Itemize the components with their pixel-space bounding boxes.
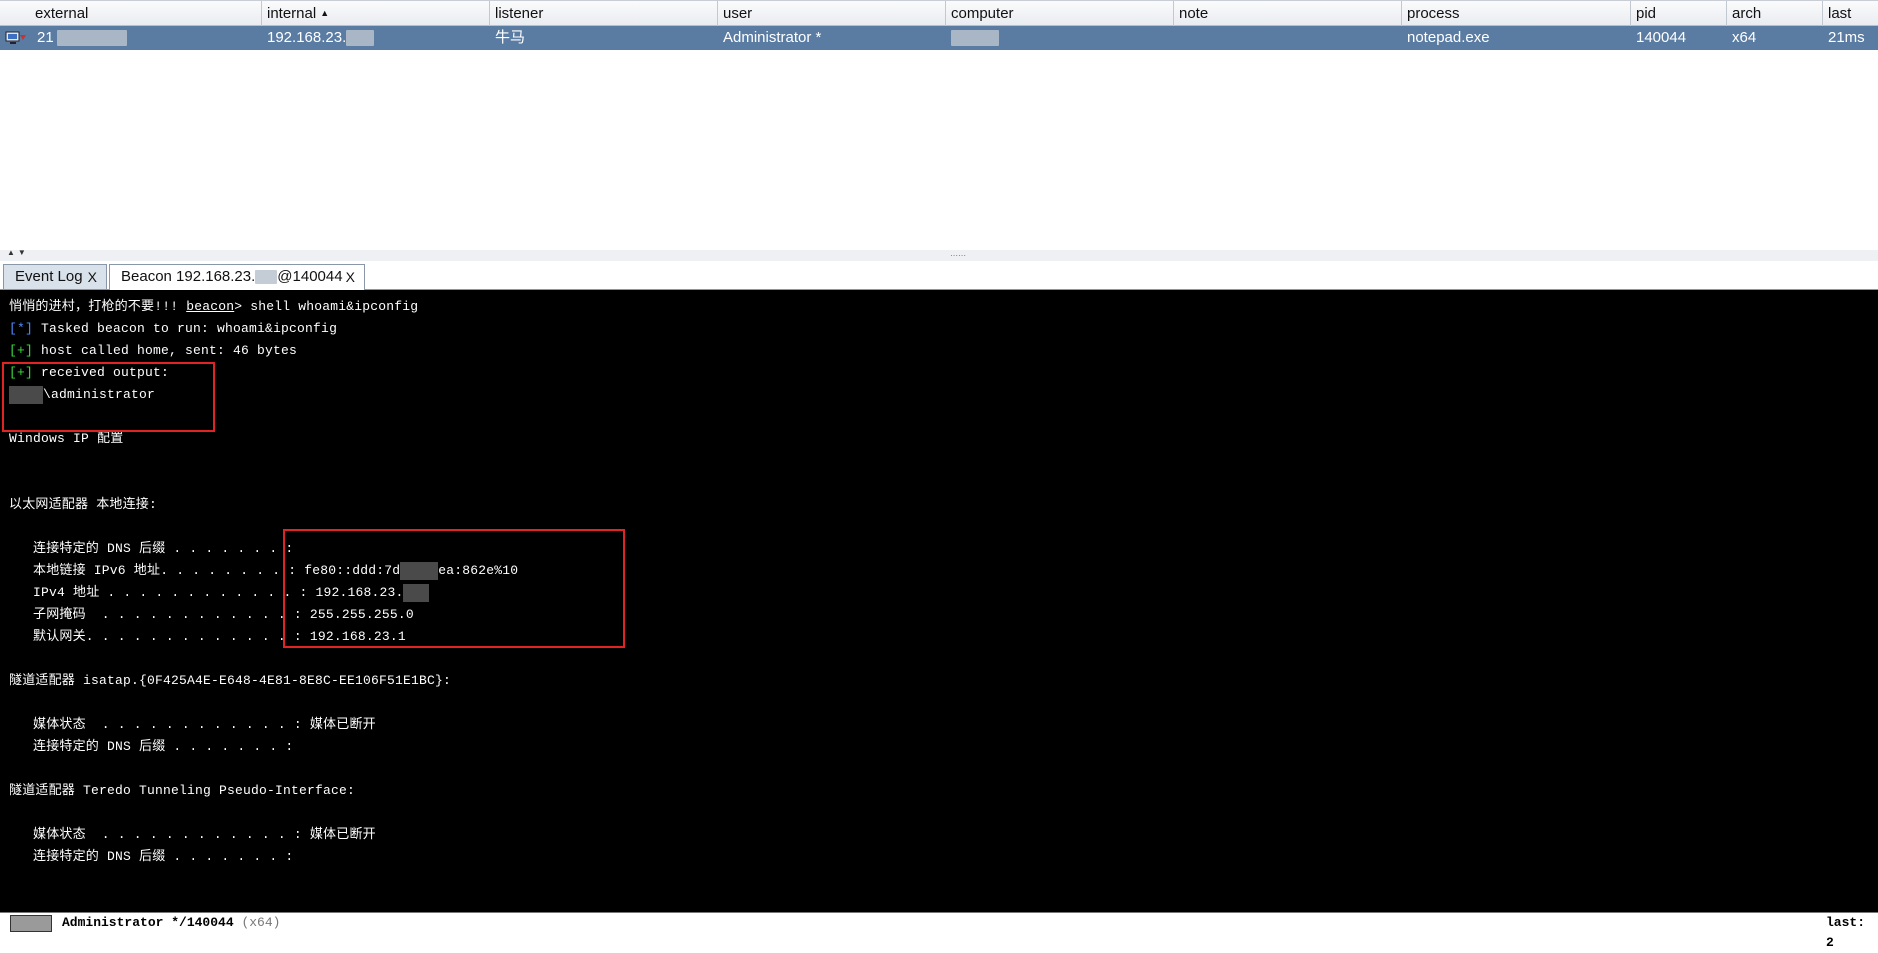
session-table: external internal ▲ listener user compute… [0,0,1878,251]
status-last: last: 2 [1826,915,1866,950]
tab-label: Beacon 192.168.23. [121,268,256,285]
column-header-internal[interactable]: internal ▲ [262,1,490,26]
sort-ascending-icon: ▲ [320,8,330,18]
redacted-block [346,30,375,47]
column-label: internal [267,5,317,22]
tab-bar: Event Log X Beacon 192.168.23. @140044 X [0,261,1878,290]
console-line: 连接特定的 DNS 后缀 . . . . . . . : [9,541,294,556]
column-label: pid [1636,5,1657,22]
column-header-user[interactable]: user [718,1,946,26]
console-line: 媒体状态 . . . . . . . . . . . . : 媒体已断开 [9,827,376,842]
close-icon[interactable]: X [88,265,97,289]
column-label: external [35,5,89,22]
column-label: last [1828,5,1852,22]
column-header-last[interactable]: last [1823,1,1878,26]
cell-arch: x64 [1732,29,1757,46]
split-pane-divider[interactable]: ▲▼ ⋯⋯ [0,248,1878,261]
beacon-console[interactable]: 悄悄的进村，打枪的不要!!! beacon> shell whoami&ipco… [0,290,1878,912]
grip-icon: ⋯⋯ [950,251,966,260]
column-label: note [1179,5,1209,22]
collapse-arrows-icon[interactable]: ▲▼ [7,248,29,257]
cell-internal: 192.168.23. [262,26,375,50]
tab-label-suffix: @140044 [277,268,343,285]
column-header-process[interactable]: process [1402,1,1631,26]
redacted-block [951,30,999,47]
column-header-listener[interactable]: listener [490,1,718,26]
table-row[interactable]: 21 192.168.23. 牛马 Administrator * notepa… [0,26,1878,50]
annotation-box-whoami [2,362,215,432]
console-prompt-line: 悄悄的进村，打枪的不要!!! beacon> shell whoami&ipco… [9,299,419,314]
cell-pid: 140044 [1636,29,1687,46]
column-label: listener [495,5,544,22]
tab-event-log[interactable]: Event Log X [3,264,107,289]
column-header-pid[interactable]: pid [1631,1,1727,26]
status-bar: Administrator */140044 (x64) last: 2 [0,912,1878,950]
cell-note [1174,26,1179,50]
cell-listener: 牛马 [495,29,526,46]
cell-last: 21ms [1828,29,1865,46]
column-label: process [1407,5,1460,22]
redacted-block [10,915,52,932]
table-header: external internal ▲ listener user compute… [0,0,1878,26]
column-header-computer[interactable]: computer [946,1,1174,26]
redacted-block [56,30,127,47]
redacted-block [255,270,278,285]
column-label: user [723,5,753,22]
column-label: arch [1732,5,1762,22]
column-label: computer [951,5,1014,22]
console-line: 连接特定的 DNS 后缀 . . . . . . . : [9,849,294,864]
annotation-box-ipconfig [283,529,625,648]
console-line: 媒体状态 . . . . . . . . . . . . : 媒体已断开 [9,717,376,732]
tab-label: Event Log [15,268,83,285]
column-header-arch[interactable]: arch [1727,1,1823,26]
cell-process: notepad.exe [1407,29,1490,46]
console-line: 隧道适配器 isatap.{0F425A4E-E648-4E81-8E8C-EE… [9,673,452,688]
cell-external: 21 [32,26,127,50]
column-header-note[interactable]: note [1174,1,1402,26]
column-header-external[interactable]: external [30,1,262,26]
console-line: 隧道适配器 Teredo Tunneling Pseudo-Interface: [9,783,356,798]
console-line: [+] host called home, sent: 46 bytes [9,343,298,358]
console-line: 连接特定的 DNS 后缀 . . . . . . . : [9,739,294,754]
computer-session-icon [5,31,26,44]
status-user-pid: Administrator */140044 (x64) [62,915,281,930]
console-line: [*] Tasked beacon to run: whoami&ipconfi… [9,321,338,336]
cell-user: Administrator * [723,29,822,46]
console-line: 以太网适配器 本地连接: [9,497,158,512]
close-icon[interactable]: X [346,265,355,289]
cell-computer [946,26,999,50]
tab-beacon[interactable]: Beacon 192.168.23. @140044 X [109,264,365,290]
